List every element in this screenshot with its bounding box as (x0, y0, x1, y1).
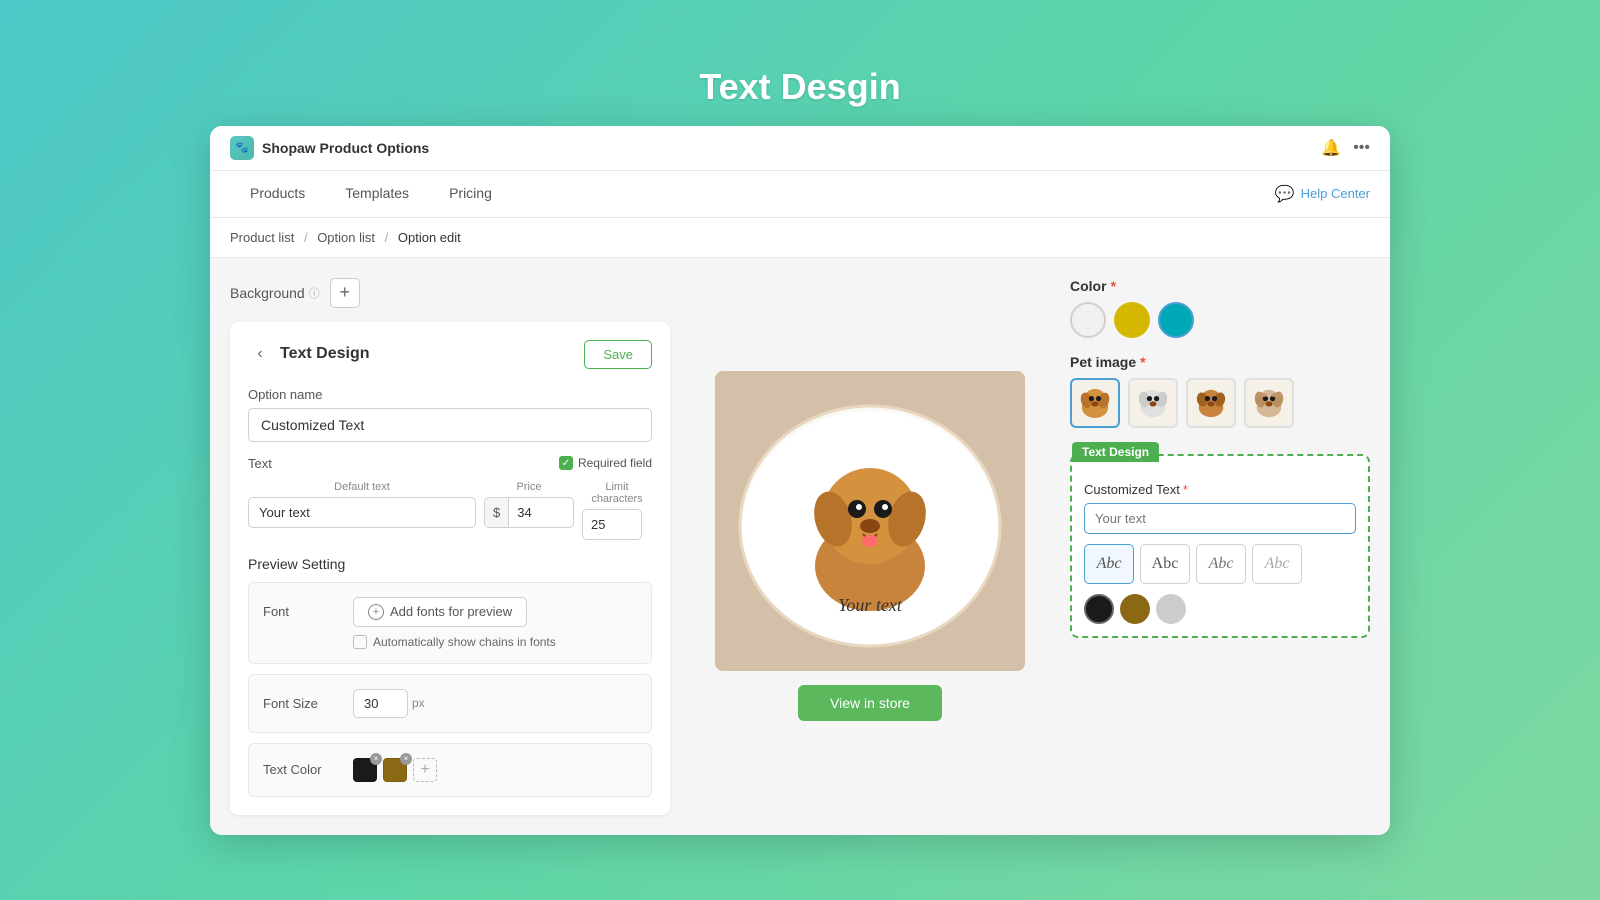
add-fonts-button[interactable]: + Add fonts for preview (353, 597, 527, 627)
breadcrumb-option-list[interactable]: Option list (317, 230, 375, 245)
remove-brown-chip[interactable]: × (400, 753, 412, 765)
text-design-card: Text Design Customized Text * Abc Abc Ab… (1070, 454, 1370, 638)
breadcrumb-product-list[interactable]: Product list (230, 230, 294, 245)
td-color-brown[interactable] (1120, 594, 1150, 624)
font-size-label: Font Size (263, 696, 343, 711)
pet-img-3[interactable] (1186, 378, 1236, 428)
nav-pricing[interactable]: Pricing (429, 171, 512, 217)
breadcrumb-sep1: / (304, 230, 308, 245)
svg-text:Your text: Your text (838, 595, 903, 615)
app-window: 🐾 Shopaw Product Options 🔔 ••• Products … (210, 126, 1390, 835)
back-button[interactable]: ‹ (248, 342, 272, 366)
option-name-label: Option name (248, 387, 652, 402)
font-label: Font (263, 604, 343, 619)
customized-text-input[interactable] (1084, 503, 1356, 534)
add-color-button[interactable]: + (413, 758, 437, 782)
editor-title: Text Design (280, 345, 370, 363)
price-col-label: Price (484, 481, 574, 493)
help-center-link[interactable]: 💬 Help Center (1275, 184, 1370, 204)
product-image-container: Your text (715, 371, 1025, 671)
px-unit: px (412, 696, 425, 710)
color-teal[interactable] (1158, 302, 1194, 338)
td-color-gray[interactable] (1156, 594, 1186, 624)
color-chip-black-wrap: × (353, 758, 377, 782)
font-style-script3[interactable]: Abc (1252, 544, 1302, 584)
customized-required-star: * (1183, 482, 1188, 497)
limit-input[interactable] (582, 509, 642, 540)
right-panel: Color * Pet image * (1070, 278, 1370, 815)
required-field-badge: ✓ Required field (559, 456, 652, 470)
view-in-store-button[interactable]: View in store (798, 685, 942, 721)
td-color-black[interactable] (1084, 594, 1114, 624)
color-white[interactable] (1070, 302, 1106, 338)
auto-chain-label: Automatically show chains in fonts (373, 635, 556, 649)
font-style-options: Abc Abc Abc Abc (1084, 544, 1356, 584)
text-section-title: Text (248, 456, 272, 471)
editor-card: ‹ Text Design Save Option name Text ✓ Re… (230, 322, 670, 815)
background-label: Background ⓘ (230, 285, 320, 301)
left-panel: Background ⓘ + ‹ Text Design Save Option… (230, 278, 670, 815)
pet-img-4[interactable] (1244, 378, 1294, 428)
nav-products[interactable]: Products (230, 171, 325, 217)
center-panel: Your text View in store (690, 278, 1050, 815)
page-title: Text Desgin (699, 66, 900, 108)
help-icon: 💬 (1275, 184, 1295, 204)
font-style-serif[interactable]: Abc (1084, 544, 1134, 584)
bell-icon[interactable]: 🔔 (1321, 138, 1341, 158)
color-section-label: Color * (1070, 278, 1370, 294)
price-prefix: $ (485, 498, 509, 527)
customized-text-label: Customized Text * (1084, 482, 1356, 497)
preview-setting-label: Preview Setting (248, 556, 652, 572)
pet-images (1070, 378, 1370, 428)
default-text-col-label: Default text (248, 481, 476, 493)
breadcrumb: Product list / Option list / Option edit (210, 218, 1390, 258)
pet-img-2[interactable] (1128, 378, 1178, 428)
more-icon[interactable]: ••• (1353, 139, 1370, 157)
td-color-options (1084, 594, 1356, 624)
color-yellow[interactable] (1114, 302, 1150, 338)
pet-image-required-star: * (1140, 354, 1145, 370)
add-background-button[interactable]: + (330, 278, 360, 308)
default-text-input[interactable] (248, 497, 476, 528)
app-name: Shopaw Product Options (262, 140, 429, 156)
font-size-input[interactable] (353, 689, 408, 718)
color-chip-brown-wrap: × (383, 758, 407, 782)
nav-bar: Products Templates Pricing 💬 Help Center (210, 171, 1390, 218)
pet-img-1[interactable] (1070, 378, 1120, 428)
nav-templates[interactable]: Templates (325, 171, 429, 217)
font-style-script1[interactable]: Abc (1140, 544, 1190, 584)
price-input[interactable] (509, 498, 559, 527)
title-bar: 🐾 Shopaw Product Options 🔔 ••• (210, 126, 1390, 171)
text-color-label: Text Color (263, 762, 343, 777)
option-name-input[interactable] (248, 408, 652, 442)
breadcrumb-sep2: / (385, 230, 389, 245)
auto-chain-checkbox[interactable] (353, 635, 367, 649)
color-required-star: * (1111, 278, 1116, 294)
add-circle-icon: + (368, 604, 384, 620)
remove-black-chip[interactable]: × (370, 753, 382, 765)
color-options (1070, 302, 1370, 338)
font-style-script2[interactable]: Abc (1196, 544, 1246, 584)
info-icon: ⓘ (309, 285, 320, 301)
app-logo: 🐾 (230, 136, 254, 160)
pet-image-section-label: Pet image * (1070, 354, 1370, 370)
limit-col-label: Limit characters (582, 481, 652, 505)
breadcrumb-current: Option edit (398, 230, 461, 245)
save-button[interactable]: Save (584, 340, 652, 369)
text-design-tab: Text Design (1072, 442, 1159, 462)
